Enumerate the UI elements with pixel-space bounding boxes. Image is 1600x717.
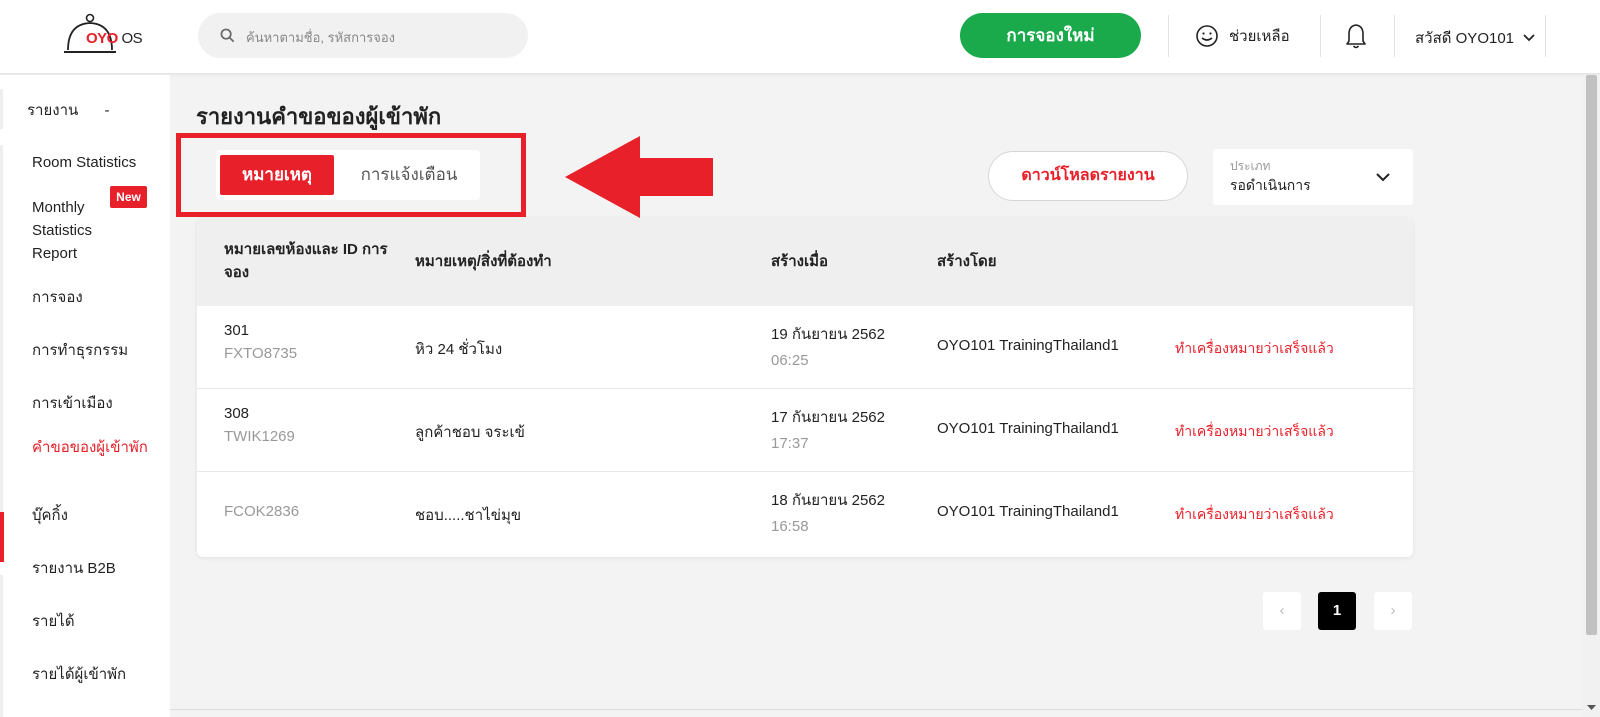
scrollbar-thumb[interactable] xyxy=(1586,75,1597,635)
footer-divider xyxy=(170,709,1583,710)
sidebar-section-toggle: - xyxy=(104,102,110,119)
type-select[interactable]: ประเภท รอดำเนินการ xyxy=(1213,149,1413,205)
created-date: 19 กันยายน 2562 xyxy=(771,326,885,343)
created-date: 17 กันยายน 2562 xyxy=(771,409,885,426)
table-row: 308 TWIK1269 ลูกค้าชอบ จระเข้ 17 กันยายน… xyxy=(197,389,1413,472)
sidebar-item-monthly-statistics-report[interactable]: Monthly Statistics Report xyxy=(0,196,130,265)
search-placeholder: ค้นหาตามชื่อ, รหัสการจอง xyxy=(246,30,396,45)
created-at-cell: 17 กันยายน 2562 17:37 xyxy=(771,405,885,452)
room-booking-cell: FCOK2836 xyxy=(224,503,299,520)
created-time: 16:58 xyxy=(771,518,809,535)
sidebar: รายงาน - Room Statistics New Monthly Sta… xyxy=(0,75,170,717)
sidebar-item-transactions[interactable]: การทำธุรกรรม xyxy=(0,339,170,362)
created-at-cell: 19 กันยายน 2562 06:25 xyxy=(771,322,885,369)
help-link[interactable]: ช่วยเหลือ xyxy=(1195,22,1290,50)
sidebar-item-guest-revenue[interactable]: รายได้ผู้เข้าพัก xyxy=(0,663,170,686)
sidebar-item-room-statistics[interactable]: Room Statistics xyxy=(0,151,170,174)
header-divider xyxy=(1545,15,1546,57)
created-date: 18 กันยายน 2562 xyxy=(771,492,885,509)
room-number: 301 xyxy=(224,322,250,339)
sidebar-section-reports[interactable]: รายงาน - xyxy=(0,99,170,122)
sidebar-item-booking[interactable]: บุ๊คกิ้ง xyxy=(0,504,170,527)
created-time: 17:37 xyxy=(771,435,809,452)
created-by-cell: OYO101 TrainingThailand1 xyxy=(937,503,1119,520)
booking-id: TWIK1269 xyxy=(224,428,295,445)
created-by-cell: OYO101 TrainingThailand1 xyxy=(937,337,1119,354)
created-at-cell: 18 กันยายน 2562 16:58 xyxy=(771,488,885,535)
chevron-down-icon xyxy=(1523,34,1535,42)
tab-alerts[interactable]: การแจ้งเตือน xyxy=(344,155,474,195)
tab-notes[interactable]: หมายเหตุ xyxy=(220,155,334,195)
table-row: 301 FXTO8735 หิว 24 ชั่วโมง 19 กันยายน 2… xyxy=(197,306,1413,389)
created-by-cell: OYO101 TrainingThailand1 xyxy=(937,420,1119,437)
guest-requests-table: หมายเลขห้องและ ID การจอง หมายเหตุ/สิ่งที… xyxy=(197,218,1413,557)
sidebar-rule xyxy=(0,575,3,717)
logo-wordmark: OYO OS xyxy=(86,30,143,47)
annotation-arrow-left xyxy=(565,136,713,218)
booking-id: FXTO8735 xyxy=(224,345,298,362)
pagination-next-button[interactable]: › xyxy=(1374,592,1412,630)
header-divider xyxy=(1320,15,1321,57)
note-cell: หิว 24 ชั่วโมง xyxy=(415,341,503,358)
search-icon xyxy=(220,28,235,43)
notification-bell-icon[interactable] xyxy=(1344,22,1368,50)
scroll-down-icon[interactable] xyxy=(1587,703,1596,712)
header-divider xyxy=(1168,15,1169,57)
page-title: รายงานคำขอของผู้เข้าพัก xyxy=(196,104,442,129)
page-scrollbar[interactable] xyxy=(1583,75,1600,717)
mark-done-link[interactable]: ทำเครื่องหมายว่าเสร็จแล้ว xyxy=(1175,338,1334,360)
room-booking-cell: 308 TWIK1269 xyxy=(224,405,295,445)
mark-done-link[interactable]: ทำเครื่องหมายว่าเสร็จแล้ว xyxy=(1175,421,1334,443)
mark-done-link[interactable]: ทำเครื่องหมายว่าเสร็จแล้ว xyxy=(1175,504,1334,526)
pagination-page-current[interactable]: 1 xyxy=(1318,592,1356,630)
new-booking-button[interactable]: การจองใหม่ xyxy=(960,13,1141,58)
note-cell: ลูกค้าชอบ จระเข้ xyxy=(415,424,525,441)
note-cell: ชอบ.....ชาไข่มุข xyxy=(415,507,522,524)
sidebar-item-bookings[interactable]: การจอง xyxy=(0,286,170,309)
sidebar-item-immigration[interactable]: การเข้าเมือง xyxy=(0,392,170,415)
column-header-note: หมายเหตุ/สิ่งที่ต้องทำ xyxy=(415,253,552,270)
room-number: 308 xyxy=(224,405,250,422)
sidebar-item-guest-requests[interactable]: คำขอของผู้เข้าพัก xyxy=(0,436,150,459)
tab-group: หมายเหตุ การแจ้งเตือน xyxy=(216,150,480,200)
table-row: FCOK2836 ชอบ.....ชาไข่มุข 18 กันยายน 256… xyxy=(197,472,1413,555)
header-divider xyxy=(1394,15,1395,57)
user-menu[interactable]: สวัสดี OYO101 xyxy=(1415,26,1536,50)
user-greeting: สวัสดี OYO101 xyxy=(1415,30,1515,47)
pagination-prev-button[interactable]: ‹ xyxy=(1263,592,1301,630)
oyo-os-logo[interactable]: OYO OS xyxy=(62,12,162,60)
search-input[interactable]: ค้นหาตามชื่อ, รหัสการจอง xyxy=(198,13,528,58)
help-label: ช่วยเหลือ xyxy=(1229,28,1290,45)
sidebar-section-label: รายงาน xyxy=(27,102,79,119)
sidebar-item-revenue[interactable]: รายได้ xyxy=(0,610,170,633)
type-select-value: รอดำเนินการ xyxy=(1230,177,1311,193)
download-report-button[interactable]: ดาวน์โหลดรายงาน xyxy=(988,151,1188,201)
column-header-created-by: สร้างโดย xyxy=(937,253,997,270)
type-select-label: ประเภท xyxy=(1230,159,1271,173)
chevron-down-icon xyxy=(1376,173,1390,182)
sidebar-item-b2b-report[interactable]: รายงาน B2B xyxy=(0,557,170,580)
column-header-created-at: สร้างเมื่อ xyxy=(771,253,828,270)
room-booking-cell: 301 FXTO8735 xyxy=(224,322,297,362)
created-time: 06:25 xyxy=(771,352,809,369)
table-header: หมายเลขห้องและ ID การจอง หมายเหตุ/สิ่งที… xyxy=(197,218,1413,306)
smiley-support-icon xyxy=(1196,25,1218,47)
column-header-room-booking: หมายเลขห้องและ ID การจอง xyxy=(224,241,388,281)
top-header: OYO OS ค้นหาตามชื่อ, รหัสการจอง การจองให… xyxy=(0,0,1600,74)
booking-id: FCOK2836 xyxy=(224,503,300,520)
